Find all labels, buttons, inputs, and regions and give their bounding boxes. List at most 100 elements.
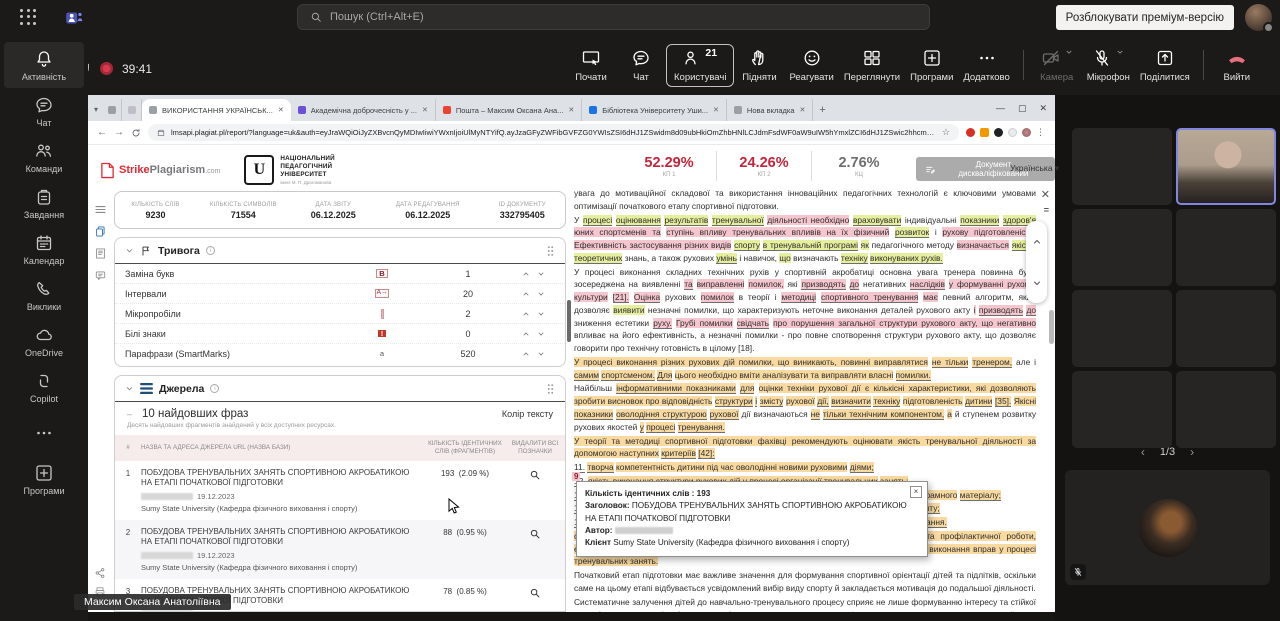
sidebar-item-tasks[interactable]: Завдання bbox=[4, 180, 84, 226]
search-input[interactable]: Пошук (Ctrl+Alt+E) bbox=[297, 4, 930, 30]
forward-icon[interactable]: → bbox=[114, 127, 124, 138]
doc-scrollbar[interactable] bbox=[1049, 310, 1054, 344]
caret-up-icon[interactable] bbox=[522, 330, 530, 338]
info-icon[interactable]: i bbox=[206, 246, 215, 255]
window-close-icon[interactable]: ✕ bbox=[1039, 103, 1047, 114]
sidebar-item-chat[interactable]: Чат bbox=[4, 88, 84, 134]
window-maximize-icon[interactable]: ▢ bbox=[1018, 103, 1027, 114]
tab-close-icon[interactable]: ✕ bbox=[278, 106, 284, 114]
raise-button[interactable]: Підняти bbox=[734, 48, 784, 83]
caret-up-icon[interactable] bbox=[522, 290, 530, 298]
drag-handle-icon[interactable] bbox=[546, 245, 555, 257]
extension-icon[interactable] bbox=[994, 128, 1003, 137]
pages-icon[interactable] bbox=[94, 225, 107, 238]
react-button[interactable]: Реагувати bbox=[784, 48, 838, 83]
magnifier-icon[interactable] bbox=[505, 586, 565, 599]
prev-fragment-icon[interactable] bbox=[1032, 237, 1042, 247]
window-minimize-icon[interactable]: — bbox=[996, 103, 1005, 113]
collapse-chevron-icon[interactable] bbox=[125, 246, 134, 255]
browser-tab[interactable]: Пошта – Максим Оксана Ана...✕ bbox=[436, 99, 582, 121]
tab-search-chevron-icon[interactable]: ▾ bbox=[94, 105, 98, 114]
doc-left-scrollbar[interactable] bbox=[567, 300, 571, 342]
caret-up-icon[interactable] bbox=[522, 310, 530, 318]
extension-icon[interactable] bbox=[966, 128, 975, 137]
chevron-down-icon[interactable] bbox=[1116, 48, 1124, 56]
sidebar-item-activity[interactable]: Активність bbox=[4, 42, 84, 88]
collapse-chevron-icon[interactable] bbox=[125, 384, 134, 393]
mic-button[interactable]: Мікрофон bbox=[1082, 48, 1135, 83]
share-icon[interactable] bbox=[94, 567, 106, 579]
unlock-premium-button[interactable]: Розблокувати преміум-версію bbox=[1056, 5, 1234, 30]
share-button[interactable]: Поділитися bbox=[1135, 48, 1195, 83]
source-row[interactable]: 2 ПОБУДОВА ТРЕНУВАЛЬНИХ ЗАНЯТЬ СПОРТИВНО… bbox=[115, 520, 565, 579]
participant-tile[interactable] bbox=[1176, 290, 1276, 367]
site-info-icon[interactable] bbox=[157, 129, 165, 137]
pinned-tab[interactable] bbox=[102, 99, 122, 121]
close-icon[interactable]: ✕ bbox=[1041, 190, 1050, 201]
tab-close-icon[interactable]: ✕ bbox=[713, 106, 719, 114]
sidebar-item-teams[interactable]: Команди bbox=[4, 134, 84, 180]
text-color-label[interactable]: Колір тексту bbox=[502, 409, 553, 419]
refresh-icon[interactable] bbox=[131, 128, 141, 138]
more-button[interactable]: Додатково bbox=[958, 48, 1014, 83]
sidebar-item-copilot[interactable]: Copilot bbox=[4, 364, 84, 410]
caret-down-icon[interactable] bbox=[537, 270, 545, 278]
sidebar-item-more[interactable] bbox=[4, 410, 84, 456]
drag-handle-icon[interactable] bbox=[546, 383, 555, 395]
sidebar-item-onedrive[interactable]: OneDrive bbox=[4, 318, 84, 364]
outline-icon[interactable] bbox=[94, 247, 107, 260]
extension-icon[interactable] bbox=[1008, 128, 1017, 137]
people-button[interactable]: 21Користувачі bbox=[666, 44, 734, 87]
next-fragment-icon[interactable] bbox=[1032, 278, 1042, 288]
app-launcher-icon[interactable] bbox=[20, 9, 38, 27]
menu-icon[interactable] bbox=[94, 203, 107, 216]
chat-button[interactable]: Чат bbox=[616, 48, 666, 83]
start-button[interactable]: Почати bbox=[566, 48, 616, 83]
avatar[interactable] bbox=[1245, 4, 1272, 31]
caret-down-icon[interactable] bbox=[537, 330, 545, 338]
magnifier-icon[interactable] bbox=[505, 468, 565, 481]
apps-button[interactable]: Програми bbox=[905, 48, 958, 83]
browser-tab[interactable]: Бібліотека Університету Уши...✕ bbox=[582, 99, 727, 121]
browser-menu-icon[interactable]: ⋮ bbox=[1036, 127, 1046, 138]
magnifier-icon[interactable] bbox=[505, 527, 565, 540]
sidebar-item-calendar[interactable]: Календар bbox=[4, 226, 84, 272]
caret-down-icon[interactable] bbox=[537, 290, 545, 298]
participant-tile[interactable] bbox=[1072, 209, 1172, 286]
caret-down-icon[interactable] bbox=[537, 350, 545, 358]
sidebar-item-calls[interactable]: Виклики bbox=[4, 272, 84, 318]
language-selector[interactable]: Українська ▾ bbox=[1010, 163, 1059, 174]
participant-tile[interactable] bbox=[1072, 371, 1172, 448]
collapse-dash-icon[interactable]: – bbox=[127, 409, 132, 419]
participant-tile[interactable] bbox=[1176, 371, 1276, 448]
tab-close-icon[interactable]: ✕ bbox=[422, 106, 428, 114]
extension-icon[interactable] bbox=[980, 128, 989, 137]
tab-close-icon[interactable]: ✕ bbox=[568, 106, 574, 114]
caret-up-icon[interactable] bbox=[522, 270, 530, 278]
new-tab-icon[interactable]: + bbox=[819, 104, 825, 116]
info-icon[interactable]: i bbox=[210, 384, 219, 393]
popup-close-icon[interactable]: × bbox=[910, 486, 922, 498]
active-speaker-tile[interactable] bbox=[1176, 128, 1276, 205]
browser-tab[interactable]: Нова вкладка✕ bbox=[727, 99, 814, 121]
source-row[interactable]: 1 ПОБУДОВА ТРЕНУВАЛЬНИХ ЗАНЯТЬ СПОРТИВНО… bbox=[115, 461, 565, 520]
resize-handle-icon[interactable]: = bbox=[1044, 205, 1049, 215]
back-icon[interactable]: ← bbox=[97, 127, 107, 138]
tab-close-icon[interactable]: ✕ bbox=[800, 106, 806, 114]
leave-button[interactable]: Вийти bbox=[1212, 48, 1262, 83]
bookmark-star-icon[interactable]: ☆ bbox=[942, 127, 950, 138]
chevron-down-icon[interactable] bbox=[1065, 48, 1073, 56]
camera-button[interactable]: Камера bbox=[1032, 48, 1082, 83]
browser-tab[interactable]: ВИКОРИСТАННЯ УКРАЇНСЬК...✕ bbox=[142, 99, 291, 121]
browser-tab[interactable]: Академічна доброчесність у ...✕ bbox=[291, 99, 436, 121]
participant-tile-large[interactable] bbox=[1065, 470, 1270, 585]
view-button[interactable]: Переглянути bbox=[839, 48, 905, 83]
sidebar-item-apps[interactable]: Програми bbox=[4, 456, 84, 502]
profile-avatar-icon[interactable] bbox=[1022, 128, 1031, 137]
participant-tile[interactable] bbox=[1072, 128, 1172, 205]
caret-down-icon[interactable] bbox=[537, 310, 545, 318]
address-field[interactable]: lmsapi.plagiat.pl/report/?language=uk&au… bbox=[148, 124, 959, 141]
comment-icon[interactable] bbox=[94, 269, 107, 282]
participant-tile[interactable] bbox=[1072, 290, 1172, 367]
participant-tile[interactable] bbox=[1176, 209, 1276, 286]
